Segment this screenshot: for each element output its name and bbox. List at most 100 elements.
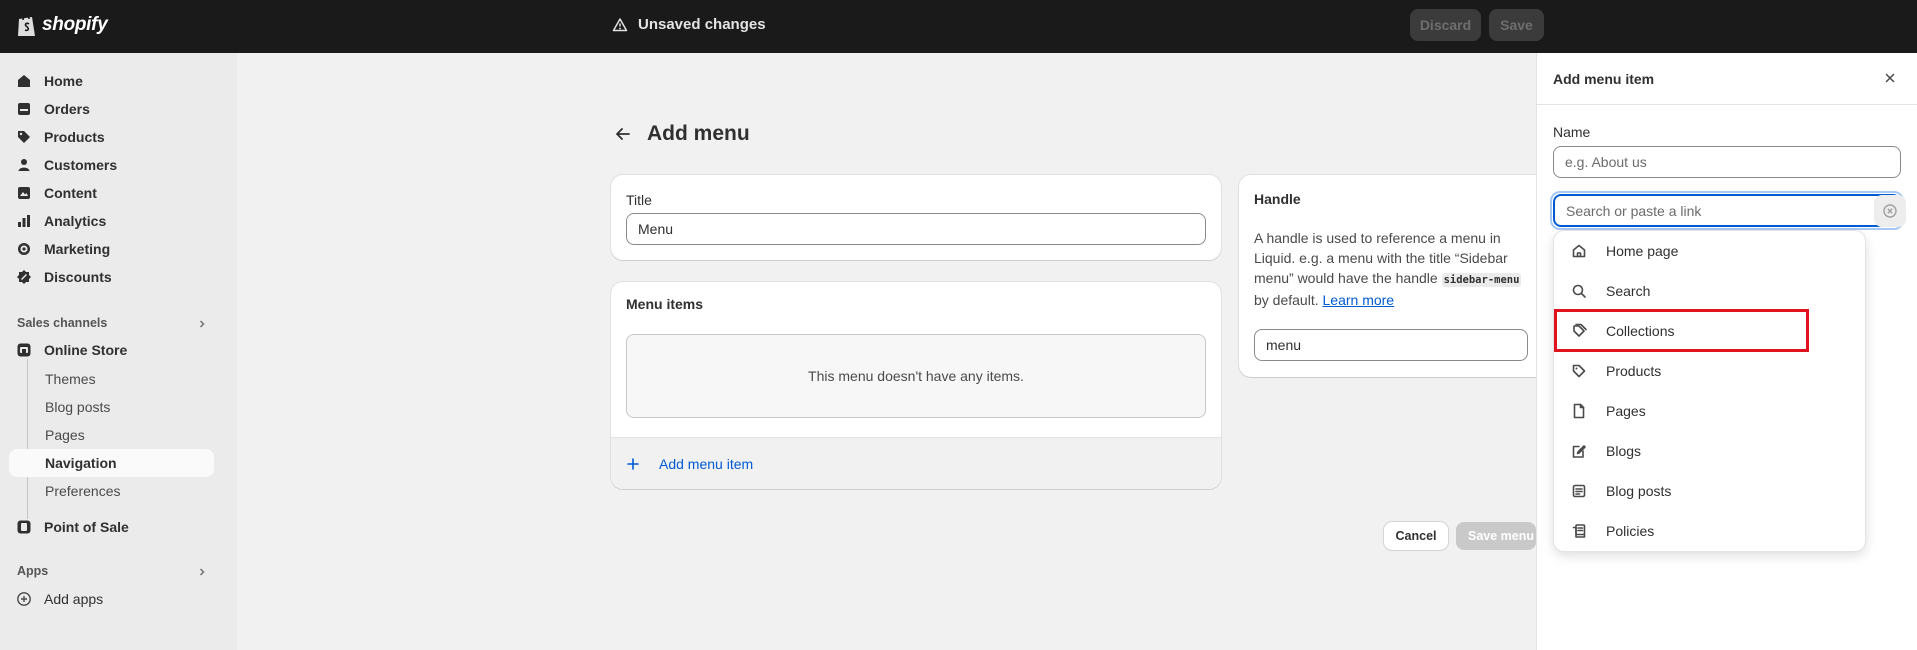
- link-search-input[interactable]: Search or paste a link: [1553, 194, 1901, 227]
- empty-menu-text: This menu doesn't have any items.: [808, 368, 1024, 384]
- option-search[interactable]: Search: [1554, 271, 1865, 311]
- sales-channels-heading[interactable]: Sales channels: [17, 316, 107, 330]
- name-input[interactable]: e.g. About us: [1553, 146, 1901, 178]
- unsaved-changes-label: Unsaved changes: [638, 16, 766, 33]
- discard-button[interactable]: Discard: [1410, 9, 1481, 41]
- handle-label: Handle: [1254, 191, 1301, 207]
- sidebar: Home Orders Products Customers Content A…: [0, 53, 237, 650]
- sidebar-item-orders[interactable]: Orders: [16, 101, 90, 117]
- highlight-box: [1554, 309, 1809, 352]
- policies-icon: [1572, 524, 1586, 538]
- add-menu-item-label: Add menu item: [659, 455, 754, 472]
- logo-text: shopify: [42, 14, 108, 35]
- option-label: Pages: [1606, 403, 1646, 419]
- close-icon[interactable]: [1883, 71, 1897, 85]
- sidebar-item-label: Point of Sale: [44, 519, 129, 535]
- tag-icon: [18, 131, 30, 143]
- chevron-right-icon[interactable]: [196, 318, 208, 330]
- option-home-page[interactable]: Home page: [1554, 231, 1865, 271]
- plus-icon: [627, 457, 639, 470]
- sidebar-subitem-themes[interactable]: Themes: [45, 371, 96, 387]
- sidebar-item-add-apps[interactable]: Add apps: [16, 591, 103, 607]
- search-icon: [1572, 284, 1586, 298]
- sidebar-item-analytics[interactable]: Analytics: [16, 213, 106, 229]
- clear-icon: [1883, 204, 1897, 218]
- add-menu-item-button[interactable]: Add menu item: [611, 437, 1221, 489]
- title-card: Title Menu: [611, 175, 1221, 260]
- person-icon: [18, 159, 30, 171]
- option-label: Search: [1606, 283, 1651, 299]
- handle-description: A handle is used to reference a menu in …: [1254, 228, 1524, 310]
- sidebar-item-label: Analytics: [44, 213, 107, 229]
- option-label: Policies: [1606, 523, 1655, 539]
- option-policies[interactable]: Policies: [1554, 511, 1865, 551]
- orders-icon: [18, 103, 30, 115]
- page-title: Add menu: [647, 122, 750, 145]
- sidebar-subitem-blog-posts[interactable]: Blog posts: [45, 399, 110, 415]
- store-icon: [17, 343, 31, 357]
- pos-icon: [17, 520, 31, 534]
- sidebar-item-label: Customers: [44, 157, 118, 173]
- option-label: Home page: [1606, 243, 1679, 259]
- sidebar-subitem-preferences[interactable]: Preferences: [45, 483, 120, 499]
- sidebar-item-label: Online Store: [44, 342, 128, 358]
- apps-heading[interactable]: Apps: [17, 564, 48, 578]
- sidebar-item-customers[interactable]: Customers: [16, 157, 117, 173]
- sidebar-item-label: Marketing: [44, 241, 111, 257]
- chevron-right-icon[interactable]: [196, 566, 208, 578]
- sidebar-item-products[interactable]: Products: [16, 129, 105, 145]
- sidebar-item-label: Discounts: [44, 269, 112, 285]
- blog-post-icon: [1572, 484, 1586, 498]
- blog-icon: [1572, 445, 1586, 458]
- sidebar-item-label: Home: [44, 73, 83, 89]
- clear-link-button[interactable]: [1874, 195, 1906, 227]
- sidebar-item-home[interactable]: Home: [16, 73, 83, 89]
- tree-line: [27, 359, 28, 519]
- panel-title: Add menu item: [1553, 71, 1655, 87]
- option-products[interactable]: Products: [1554, 351, 1865, 391]
- content-icon: [18, 187, 30, 199]
- home-icon: [1572, 244, 1586, 258]
- save-menu-button[interactable]: Save menu: [1456, 522, 1536, 550]
- title-input[interactable]: Menu: [626, 213, 1206, 245]
- sidebar-item-content[interactable]: Content: [16, 185, 97, 201]
- option-blogs[interactable]: Blogs: [1554, 431, 1865, 471]
- page-icon: [1573, 403, 1585, 419]
- option-pages[interactable]: Pages: [1554, 391, 1865, 431]
- menu-items-card: Menu items This menu doesn't have any it…: [611, 282, 1221, 489]
- tag-icon: [1572, 364, 1586, 378]
- page-header: Add menu: [613, 122, 750, 146]
- analytics-icon: [18, 215, 30, 227]
- sidebar-item-marketing[interactable]: Marketing: [16, 241, 110, 257]
- cancel-button[interactable]: Cancel: [1384, 522, 1448, 550]
- save-button[interactable]: Save: [1489, 9, 1544, 41]
- title-label: Title: [626, 192, 652, 208]
- sidebar-subitem-pages[interactable]: Pages: [45, 427, 85, 443]
- option-blog-posts[interactable]: Blog posts: [1554, 471, 1865, 511]
- learn-more-link[interactable]: Learn more: [1323, 292, 1395, 308]
- menu-items-label: Menu items: [626, 296, 704, 312]
- option-label: Blogs: [1606, 443, 1642, 459]
- name-label: Name: [1553, 124, 1591, 140]
- target-icon: [18, 243, 30, 255]
- sidebar-subitem-navigation[interactable]: Navigation: [45, 455, 117, 471]
- sidebar-item-online-store[interactable]: Online Store: [16, 342, 127, 358]
- back-arrow-icon[interactable]: [613, 124, 633, 144]
- empty-menu-box: This menu doesn't have any items.: [626, 334, 1206, 418]
- sidebar-item-point-of-sale[interactable]: Point of Sale: [16, 519, 129, 535]
- unsaved-changes-indicator: Unsaved changes: [612, 16, 766, 33]
- handle-card: Handle A handle is used to reference a m…: [1239, 175, 1549, 377]
- handle-description-text-end: by default.: [1254, 292, 1319, 308]
- handle-input[interactable]: menu: [1254, 329, 1528, 361]
- warning-icon: [612, 17, 628, 31]
- handle-code: sidebar-menu: [1441, 273, 1522, 287]
- shopify-logo[interactable]: shopify: [16, 12, 108, 38]
- sidebar-item-label: Add apps: [44, 591, 104, 607]
- sidebar-item-label: Orders: [44, 101, 90, 117]
- sidebar-item-discounts[interactable]: Discounts: [16, 269, 112, 285]
- sidebar-item-label: Content: [44, 185, 97, 201]
- option-label: Blog posts: [1606, 483, 1672, 499]
- sidebar-item-label: Products: [44, 129, 105, 145]
- link-options-dropdown: Home page Search Collections Products Pa…: [1554, 231, 1865, 551]
- discount-icon: [17, 270, 31, 284]
